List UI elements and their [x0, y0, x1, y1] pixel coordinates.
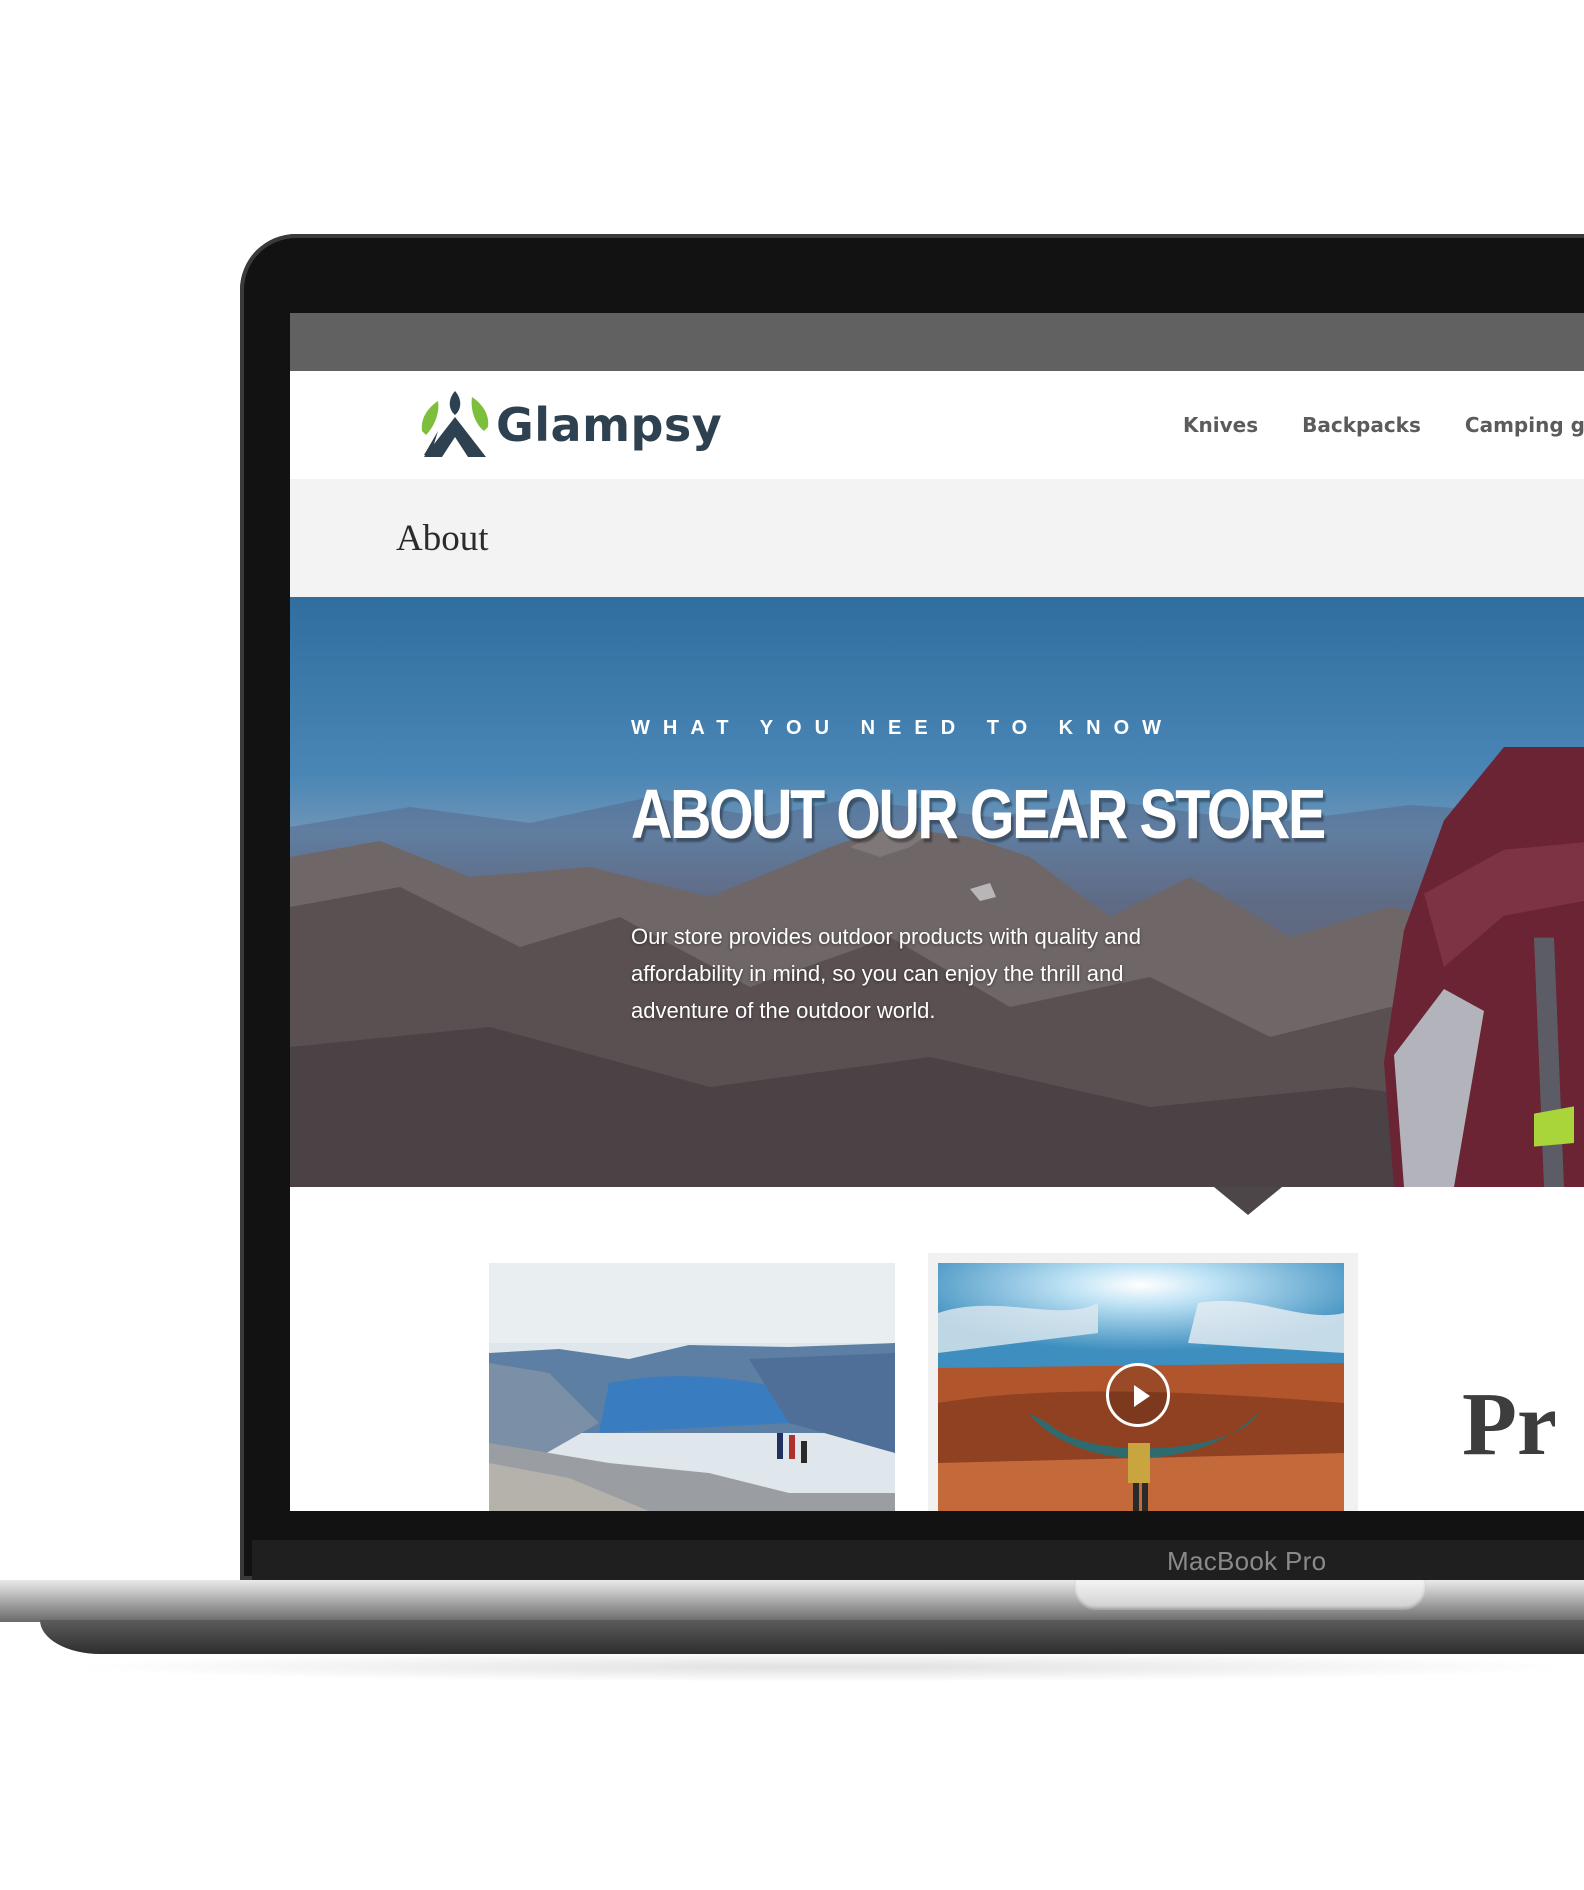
tent-tree-logo-icon: [421, 391, 489, 457]
browser-toolbar: [290, 313, 1584, 371]
canyon-hiker-video[interactable]: [938, 1263, 1344, 1511]
page-title-bar: About: [290, 479, 1584, 597]
hero-content: WHAT YOU NEED TO KNOW ABOUT OUR GEAR STO…: [631, 717, 1331, 1029]
nav-item-knives[interactable]: Knives: [1183, 413, 1258, 437]
laptop-screen: Glampsy Knives Backpacks Camping gea Abo…: [290, 313, 1584, 1511]
laptop-shadow: [60, 1652, 1584, 1682]
laptop-opening-notch: [1074, 1580, 1426, 1610]
play-icon: [1134, 1385, 1150, 1407]
hero-heading: ABOUT OUR GEAR STORE: [631, 775, 1326, 853]
nav-item-camping-gear[interactable]: Camping gea: [1465, 413, 1584, 437]
fjord-image: [489, 1263, 895, 1511]
section-heading-partial: Pr: [1462, 1375, 1557, 1474]
page-title: About: [396, 518, 489, 559]
laptop-base-edge: [40, 1620, 1584, 1654]
nav-item-backpacks[interactable]: Backpacks: [1302, 413, 1421, 437]
brand-name: Glampsy: [496, 398, 723, 452]
hero-description: Our store provides outdoor products with…: [631, 924, 1141, 1023]
play-video-button[interactable]: [1106, 1363, 1170, 1427]
hero-kicker: WHAT YOU NEED TO KNOW: [631, 717, 1174, 739]
laptop-chin: [252, 1540, 1584, 1580]
site-header: Glampsy Knives Backpacks Camping gea: [290, 371, 1584, 479]
hero-section: WHAT YOU NEED TO KNOW ABOUT OUR GEAR STO…: [290, 597, 1584, 1187]
hero-down-pointer: [1214, 1187, 1282, 1215]
site-logo[interactable]: Glampsy: [418, 391, 722, 459]
laptop-model-label: MacBook Pro: [1167, 1546, 1327, 1576]
fjord-hikers-photo[interactable]: [489, 1263, 895, 1511]
hiker-backpack-photo: [1384, 747, 1584, 1187]
main-nav: Knives Backpacks Camping gea: [1183, 413, 1584, 437]
